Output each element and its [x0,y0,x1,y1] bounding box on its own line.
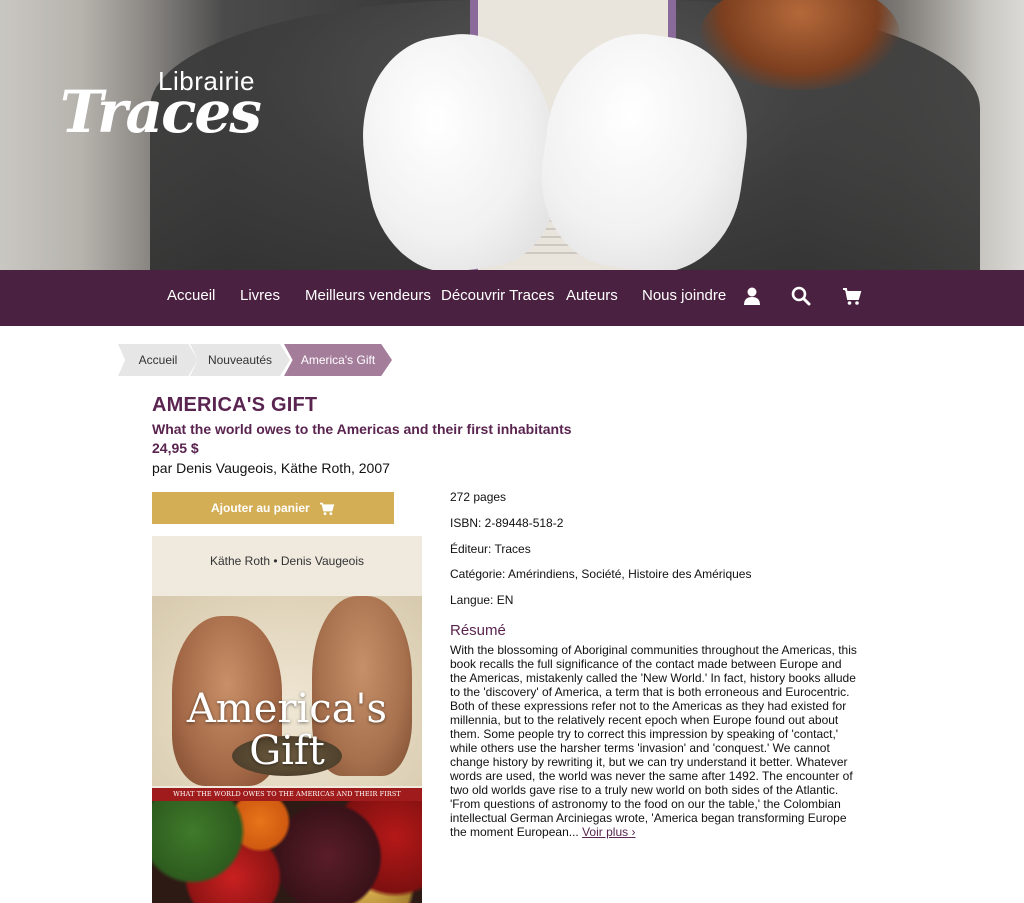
add-to-cart-label: Ajouter au panier [210,501,310,515]
book-isbn: ISBN: 2-89448-518-2 [450,516,564,530]
resume-text: With the blossoming of Aboriginal commun… [450,643,860,839]
add-to-cart-button[interactable]: Ajouter au panier [152,492,394,524]
breadcrumb-current: America's Gift [284,344,392,376]
book-subtitle: What the world owes to the Americas and … [152,421,572,437]
cover-title-line1: America's [186,686,388,732]
cover-title-line2: Gift [249,728,325,774]
user-icon[interactable] [742,286,762,306]
cover-authors: Käthe Roth • Denis Vaugeois [209,554,365,568]
nav-item-decouvrir-traces[interactable]: Découvrir Traces [441,270,554,326]
book-category: Catégorie: Amérindiens, Société, Histoir… [450,567,752,581]
chevron-right-icon: › [631,825,636,839]
logo-big-text: Traces [60,78,262,146]
site-logo[interactable]: Librairie Traces [60,66,262,146]
cart-icon[interactable] [842,286,862,306]
hero-banner: Librairie Traces [0,0,1024,270]
book-title: AMERICA'S GIFT [152,394,318,416]
book-language: Langue: EN [450,593,514,607]
main-nav: Accueil Livres Meilleurs vendeurs Découv… [0,270,1024,326]
breadcrumb-nouveautes[interactable]: Nouveautés [190,344,290,376]
resume-body: With the blossoming of Aboriginal commun… [450,643,857,839]
book-pages: 272 pages [450,490,507,504]
nav-item-nous-joindre[interactable]: Nous joindre [642,270,726,326]
resume-heading: Résumé [450,622,506,639]
nav-item-livres[interactable]: Livres [240,270,280,326]
cover-peppers [152,801,422,903]
cover-band: WHAT THE WORLD OWES TO THE AMERICAS AND … [152,788,422,811]
book-byline: par Denis Vaugeois, Käthe Roth, 2007 [152,460,390,476]
book-cover-image: Käthe Roth • Denis Vaugeois America's Gi… [152,536,422,903]
cart-icon [320,502,335,515]
voir-plus-label: Voir plus [582,825,629,839]
book-price: 24,95 $ [152,440,199,456]
breadcrumb-accueil[interactable]: Accueil [118,344,198,376]
search-icon[interactable] [791,286,811,306]
nav-item-accueil[interactable]: Accueil [167,270,215,326]
nav-item-auteurs[interactable]: Auteurs [566,270,618,326]
book-publisher: Éditeur: Traces [450,542,531,556]
nav-item-meilleurs-vendeurs[interactable]: Meilleurs vendeurs [305,270,431,326]
voir-plus-link[interactable]: Voir plus › [582,825,635,839]
